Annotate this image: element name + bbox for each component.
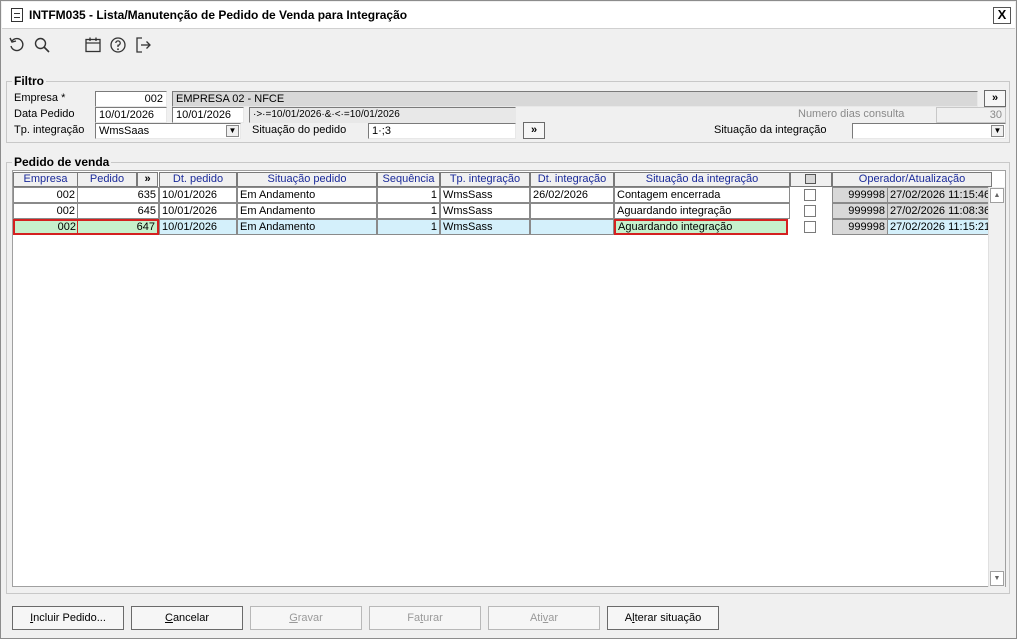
exit-icon[interactable] [134, 36, 152, 54]
situacao-pedido-label: Situação do pedido [252, 124, 347, 136]
undo-icon[interactable] [8, 36, 26, 54]
cell-operador: 999998 [832, 187, 888, 203]
cell-pedido[interactable]: 635 [77, 187, 159, 203]
cell-dt-pedido[interactable]: 10/01/2026 [159, 187, 237, 203]
gravar-button[interactable]: Gravar [250, 606, 362, 630]
calendar-icon[interactable] [84, 36, 102, 54]
cell-operador: 999998 [832, 203, 888, 219]
toolbar [2, 30, 1015, 60]
cell-atualizacao: 27/02/2026 11:08:36 [887, 203, 992, 219]
col-header-dt-pedido[interactable]: Dt. pedido [159, 172, 237, 187]
cancelar-button[interactable]: Cancelar [131, 606, 243, 630]
tp-integracao-value: WmsSaas [99, 125, 150, 137]
cell-dt-integracao[interactable] [530, 203, 614, 219]
cell-situacao-pedido[interactable]: Em Andamento [237, 203, 377, 219]
help-icon[interactable] [109, 36, 127, 54]
gravar-label-accel: G [289, 612, 298, 624]
cell-sequencia[interactable]: 1 [377, 203, 440, 219]
data-from-input[interactable]: 10/01/2026 [95, 107, 167, 123]
incluir-label-post: ncluir Pedido... [33, 612, 106, 624]
dias-consulta-input[interactable]: 30 [936, 107, 1006, 123]
cell-atualizacao: 27/02/2026 11:15:46 [887, 187, 992, 203]
col-header-tp-integracao[interactable]: Tp. integração [440, 172, 530, 187]
tp-integracao-label: Tp. integração [14, 124, 85, 136]
cell-situacao-pedido[interactable]: Em Andamento [237, 219, 377, 235]
col-header-situacao-pedido[interactable]: Situação pedido [237, 172, 377, 187]
cancelar-label-accel: C [164, 612, 173, 624]
col-header-select-all[interactable] [790, 172, 832, 187]
empresa-code-input[interactable]: 002 [95, 91, 167, 107]
faturar-label-pre: Fa [407, 612, 421, 624]
row-checkbox[interactable] [804, 221, 816, 233]
cell-atualizacao: 27/02/2026 11:15:21 [887, 219, 992, 235]
col-header-pedido[interactable]: Pedido [77, 172, 137, 187]
cell-sequencia[interactable]: 1 [377, 219, 440, 235]
scroll-down-icon[interactable]: ▼ [990, 571, 1004, 586]
col-header-sequencia[interactable]: Sequência [377, 172, 440, 187]
cell-empresa[interactable]: 002 [13, 187, 78, 203]
empresa-label: Empresa * [14, 92, 66, 104]
gravar-label-post: ravar [297, 612, 323, 624]
situacao-integracao-label: Situação da integração [714, 124, 827, 136]
alterar-label-pre: A [624, 612, 633, 624]
cell-empresa[interactable]: 002 [13, 219, 78, 235]
alterar-situacao-button[interactable]: Alterar situação [607, 606, 719, 630]
cell-situacao-integracao[interactable]: Contagem encerrada [614, 187, 790, 203]
close-button[interactable]: X [993, 7, 1011, 24]
cell-tp-integracao[interactable]: WmsSass [440, 219, 530, 235]
alterar-label-post: terar situação [634, 612, 702, 624]
cell-situacao-integracao[interactable]: Aguardando integração [614, 219, 788, 235]
scroll-up-icon[interactable]: ▲ [990, 188, 1004, 203]
select-all-checkbox[interactable] [805, 174, 816, 184]
ativar-button[interactable]: Ativar [488, 606, 600, 630]
cell-pedido[interactable]: 645 [77, 203, 159, 219]
dias-consulta-label: Numero dias consulta [798, 108, 905, 120]
row-checkbox[interactable] [804, 189, 816, 201]
document-icon [11, 8, 23, 22]
vertical-scrollbar[interactable]: ▲ ▼ [988, 187, 1005, 587]
cell-dt-integracao[interactable]: 26/02/2026 [530, 187, 614, 203]
cancelar-label-post: ancelar [172, 612, 210, 624]
data-pedido-label: Data Pedido [14, 108, 75, 120]
cell-tp-integracao[interactable]: WmsSass [440, 187, 530, 203]
ativar-label-pre: Ati [529, 612, 543, 624]
cell-dt-pedido[interactable]: 10/01/2026 [159, 219, 237, 235]
col-more-button[interactable]: » [137, 172, 158, 187]
pedido-venda-legend: Pedido de venda [12, 155, 112, 169]
cell-sequencia[interactable]: 1 [377, 187, 440, 203]
cell-situacao-integracao[interactable]: Aguardando integração [614, 203, 790, 219]
col-header-operador[interactable]: Operador/Atualização [832, 172, 992, 187]
faturar-button[interactable]: Faturar [369, 606, 481, 630]
cell-tp-integracao[interactable]: WmsSass [440, 203, 530, 219]
empresa-more-button[interactable]: » [984, 90, 1006, 107]
incluir-pedido-button[interactable]: Incluir Pedido... [12, 606, 124, 630]
cell-pedido[interactable]: 647 [77, 219, 159, 235]
search-icon[interactable] [33, 36, 51, 54]
data-to-input[interactable]: 10/01/2026 [172, 107, 244, 123]
window-title: INTFM035 - Lista/Manutenção de Pedido de… [29, 8, 408, 22]
situacao-pedido-input[interactable]: 1·;3 [368, 123, 516, 139]
cell-dt-integracao[interactable] [530, 219, 614, 235]
filter-legend: Filtro [12, 74, 46, 88]
data-expression-field: ·>·=10/01/2026·&·<·=10/01/2026 [249, 107, 516, 123]
title-bar: INTFM035 - Lista/Manutenção de Pedido de… [2, 2, 1015, 29]
col-header-empresa[interactable]: Empresa [13, 172, 78, 187]
col-header-dt-integracao[interactable]: Dt. integração [530, 172, 614, 187]
situacao-pedido-more-button[interactable]: » [523, 122, 545, 139]
cell-dt-pedido[interactable]: 10/01/2026 [159, 203, 237, 219]
chevron-down-icon[interactable]: ▼ [991, 125, 1004, 137]
main-window: INTFM035 - Lista/Manutenção de Pedido de… [0, 0, 1017, 639]
chevron-down-icon[interactable]: ▼ [226, 125, 239, 137]
pedido-grid: Empresa Pedido » Dt. pedido Situação ped… [12, 170, 1006, 587]
col-header-situacao-integracao[interactable]: Situação da integração [614, 172, 790, 187]
cell-operador: 999998 [832, 219, 888, 235]
row-checkbox[interactable] [804, 205, 816, 217]
empresa-name-field: EMPRESA 02 - NFCE [172, 91, 978, 107]
situacao-integracao-select[interactable]: ▼ [852, 123, 1006, 139]
tp-integracao-select[interactable]: WmsSaas ▼ [95, 123, 241, 139]
faturar-label-post: urar [423, 612, 443, 624]
ativar-label-post: ar [548, 612, 559, 624]
cell-situacao-pedido[interactable]: Em Andamento [237, 187, 377, 203]
cell-empresa[interactable]: 002 [13, 203, 78, 219]
